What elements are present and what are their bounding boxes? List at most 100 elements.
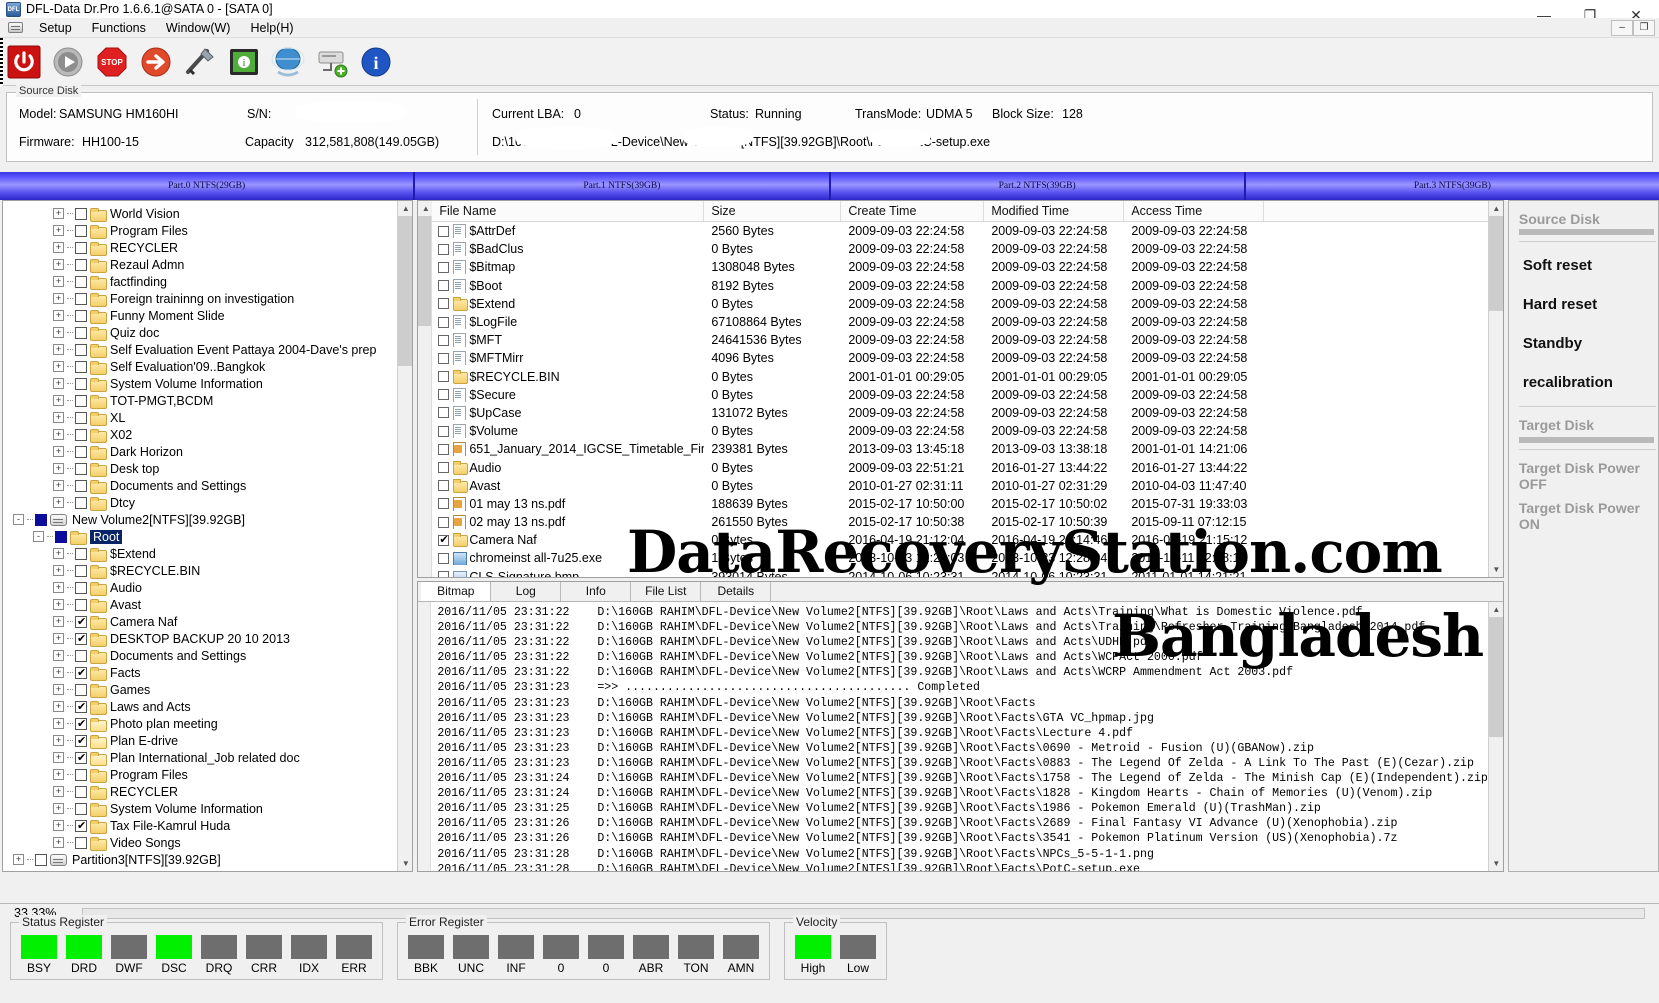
tree-node[interactable]: + Funny Moment Slide: [3, 307, 412, 324]
tree-expand-icon[interactable]: +: [53, 667, 64, 678]
tree-node[interactable]: + $RECYCLE.BIN: [3, 562, 412, 579]
file-row-checkbox[interactable]: [438, 533, 450, 546]
tree-node-checkbox[interactable]: [75, 819, 87, 832]
file-list-scroll-thumb[interactable]: [418, 216, 432, 326]
log-scroll-thumb[interactable]: [1488, 617, 1503, 737]
partition-2[interactable]: Part.2 NTFS(39GB): [829, 172, 1245, 200]
file-list-row[interactable]: $RECYCLE.BIN 0 Bytes 2001-01-01 00:29:05 20…: [432, 368, 1503, 386]
tree-expand-icon[interactable]: +: [53, 565, 64, 576]
tree-expand-icon[interactable]: +: [53, 378, 64, 389]
file-row-checkbox[interactable]: [438, 389, 450, 401]
tree-node-checkbox[interactable]: [75, 598, 87, 611]
tree-expand-icon[interactable]: +: [53, 259, 64, 270]
tree-node[interactable]: + Foreign traininng on investigation: [3, 290, 412, 307]
file-row-checkbox[interactable]: [438, 480, 450, 492]
file-list-v-down-arrow[interactable]: ▼: [1488, 562, 1503, 577]
tree-node-checkbox[interactable]: [75, 615, 87, 628]
tree-node-checkbox[interactable]: [75, 683, 87, 696]
play-button[interactable]: [50, 44, 86, 80]
column-create-time[interactable]: Create Time: [841, 201, 985, 221]
standby-button[interactable]: Standby: [1517, 324, 1658, 363]
tree-node[interactable]: + Rezaul Admn: [3, 256, 412, 273]
file-list-row[interactable]: $Volume 0 Bytes 2009-09-03 22:24:58 2009-09…: [432, 422, 1503, 440]
tree-expand-icon[interactable]: +: [53, 344, 64, 355]
file-list-v-up-arrow[interactable]: ▲: [1488, 201, 1503, 216]
file-row-checkbox[interactable]: [438, 407, 450, 419]
tree-collapse-icon[interactable]: -: [33, 531, 44, 542]
tree-node-checkbox[interactable]: [75, 802, 87, 815]
file-list-row[interactable]: CLS-Signature.bmp 393014 Bytes 2014-10-06 …: [432, 568, 1503, 577]
tree-node-checkbox[interactable]: [75, 292, 87, 305]
log-tab-log[interactable]: Log: [491, 582, 562, 601]
tree-expand-icon[interactable]: +: [53, 786, 64, 797]
file-list-row[interactable]: $Extend 0 Bytes 2009-09-03 22:24:58 2009-09…: [432, 295, 1503, 313]
tree-node[interactable]: + Desk top: [3, 460, 412, 477]
tree-node[interactable]: + World Vision: [3, 205, 412, 222]
tree-node-checkbox[interactable]: [75, 785, 87, 798]
log-tab-bitmap[interactable]: Bitmap: [421, 582, 492, 601]
file-row-checkbox[interactable]: [438, 462, 450, 474]
tree-expand-icon[interactable]: +: [13, 854, 24, 865]
tree-expand-icon[interactable]: +: [53, 225, 64, 236]
tree-node-checkbox[interactable]: [35, 513, 47, 526]
tree-node-checkbox[interactable]: [75, 360, 87, 373]
log-scroll-down-arrow[interactable]: ▼: [1488, 856, 1503, 871]
file-row-checkbox[interactable]: [438, 280, 450, 292]
file-list-row[interactable]: 01 may 13 ns.pdf 188639 Bytes 2015-02-17 1…: [432, 495, 1503, 513]
column-size[interactable]: Size: [704, 201, 842, 221]
file-row-checkbox[interactable]: [438, 371, 450, 383]
menu-item-help[interactable]: Help(H): [246, 20, 297, 36]
file-list-row[interactable]: $Bitmap 1308048 Bytes 2009-09-03 22:24:58 2…: [432, 258, 1503, 276]
tree-node[interactable]: + Partition3[NTFS][39.92GB]: [3, 851, 412, 868]
tree-expand-icon[interactable]: +: [53, 599, 64, 610]
tree-node-checkbox[interactable]: [75, 700, 87, 713]
tree-node-checkbox[interactable]: [75, 666, 87, 679]
tree-node[interactable]: + Tax File-Kamrul Huda: [3, 817, 412, 834]
tree-node[interactable]: + factfinding: [3, 273, 412, 290]
file-list-row[interactable]: $LogFile 67108864 Bytes 2009-09-03 22:24:5…: [432, 313, 1503, 331]
file-list-row[interactable]: chromeinst all-7u25.exe 1 Bytes 2013-10-03…: [432, 549, 1503, 567]
tree-node-checkbox[interactable]: [75, 734, 87, 747]
tree-node[interactable]: + $Extend: [3, 545, 412, 562]
tree-expand-icon[interactable]: +: [53, 684, 64, 695]
tree-node[interactable]: + Audio: [3, 579, 412, 596]
file-row-checkbox[interactable]: [438, 352, 450, 364]
log-lines[interactable]: 2016/11/05 23:31:22 D:\160GB RAHIM\DFL-De…: [431, 602, 1488, 871]
tree-node[interactable]: + Documents and Settings: [3, 477, 412, 494]
tree-node-checkbox[interactable]: [75, 581, 87, 594]
file-list-rows[interactable]: $AttrDef 2560 Bytes 2009-09-03 22:24:58 200…: [432, 222, 1503, 577]
tree-expand-icon[interactable]: +: [53, 310, 64, 321]
partition-3[interactable]: Part.3 NTFS(39GB): [1244, 172, 1659, 200]
tree-node-checkbox[interactable]: [75, 411, 87, 424]
tree-node[interactable]: + Dark Horizon: [3, 443, 412, 460]
tree-expand-icon[interactable]: +: [53, 497, 64, 508]
file-list-v-thumb[interactable]: [1488, 216, 1503, 311]
tree-node-checkbox[interactable]: [75, 428, 87, 441]
tree-expand-icon[interactable]: +: [53, 429, 64, 440]
tree-node[interactable]: + Avast: [3, 596, 412, 613]
file-list-row[interactable]: $AttrDef 2560 Bytes 2009-09-03 22:24:58 200…: [432, 222, 1503, 240]
file-row-checkbox[interactable]: [438, 261, 450, 273]
tree-node[interactable]: + System Volume Information: [3, 375, 412, 392]
target-disk-power-on-button[interactable]: Target Disk Power ON: [1517, 494, 1658, 534]
tree-expand-icon[interactable]: +: [53, 412, 64, 423]
file-list-row[interactable]: $MFT 24641536 Bytes 2009-09-03 22:24:58 200…: [432, 331, 1503, 349]
column-access-time[interactable]: Access Time: [1124, 201, 1265, 221]
file-row-checkbox[interactable]: [438, 498, 450, 510]
recalibration-button[interactable]: recalibration: [1517, 363, 1658, 402]
partition-0[interactable]: Part.0 NTFS(29GB): [0, 172, 415, 200]
tree-node-checkbox[interactable]: [75, 649, 87, 662]
log-tab-file-list[interactable]: File List: [631, 582, 702, 601]
file-list-row[interactable]: $MFTMirr 4096 Bytes 2009-09-03 22:24:58 200…: [432, 349, 1503, 367]
tree-node-checkbox[interactable]: [75, 564, 87, 577]
tree-expand-icon[interactable]: +: [53, 208, 64, 219]
file-list-row[interactable]: $Boot 8192 Bytes 2009-09-03 22:24:58 2009-0…: [432, 277, 1503, 295]
tree-node[interactable]: + X02: [3, 426, 412, 443]
tree-expand-icon[interactable]: +: [53, 735, 64, 746]
tree-scroll-thumb[interactable]: [398, 216, 413, 366]
mdi-minimize-button[interactable]: –: [1611, 20, 1633, 36]
file-row-checkbox[interactable]: [438, 225, 450, 237]
file-row-checkbox[interactable]: [438, 316, 450, 328]
tree-node[interactable]: + Program Files: [3, 222, 412, 239]
tree-node[interactable]: + RECYCLER: [3, 239, 412, 256]
